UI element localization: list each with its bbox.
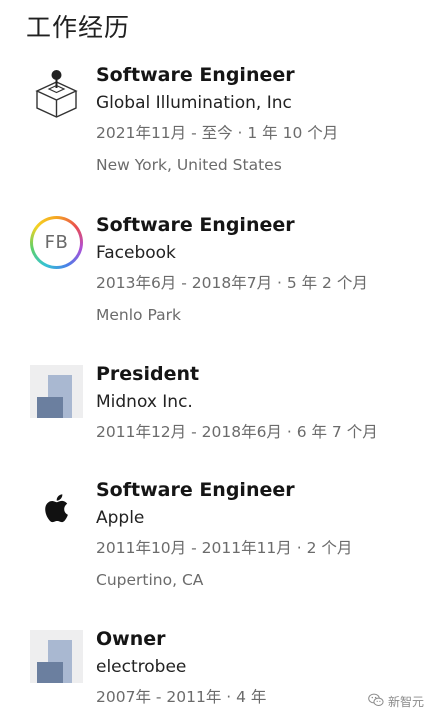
company-placeholder-logo-icon <box>30 365 83 418</box>
placeholder-shape <box>37 397 63 418</box>
apple-logo-icon <box>30 481 83 534</box>
placeholder-shape <box>37 662 63 683</box>
watermark-text: 新智元 <box>387 695 424 709</box>
watermark: 新智元 <box>368 693 424 710</box>
employment-dates: 2021年11月 - 至今 · 1 年 10 个月 <box>96 124 339 142</box>
job-location: New York, United States <box>96 156 282 174</box>
job-location: Cupertino, CA <box>96 571 204 589</box>
job-title: Software Engineer <box>96 64 295 86</box>
facebook-logo-text: FB <box>33 219 80 266</box>
section-title: 工作经历 <box>26 13 131 42</box>
facebook-logo-icon: FB <box>30 216 83 269</box>
company-name: Midnox Inc. <box>96 392 193 412</box>
employment-dates: 2013年6月 - 2018年7月 · 5 年 2 个月 <box>96 274 368 292</box>
employment-dates: 2011年12月 - 2018年6月 · 6 年 7 个月 <box>96 423 378 441</box>
job-title: Owner <box>96 628 166 650</box>
wechat-icon <box>368 693 384 710</box>
company-name: electrobee <box>96 657 187 677</box>
global-illumination-logo-icon <box>30 66 83 119</box>
company-name: Facebook <box>96 243 176 263</box>
job-title: Software Engineer <box>96 214 295 236</box>
company-placeholder-logo-icon <box>30 630 83 683</box>
experience-page: 工作经历 Software Engineer Global Illuminati… <box>0 0 434 720</box>
company-name: Global Illumination, Inc <box>96 93 292 113</box>
employment-dates: 2011年10月 - 2011年11月 · 2 个月 <box>96 539 353 557</box>
company-name: Apple <box>96 508 145 528</box>
job-location: Menlo Park <box>96 306 181 324</box>
job-title: President <box>96 363 200 385</box>
job-title: Software Engineer <box>96 479 295 501</box>
